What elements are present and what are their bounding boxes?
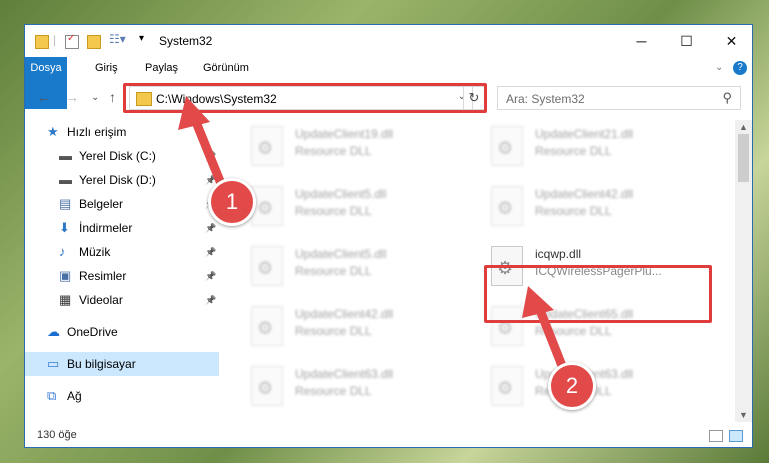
callout-badge-2: 2 xyxy=(548,362,596,410)
callout-arrow-2 xyxy=(522,286,571,381)
annotation-arrows xyxy=(178,96,571,381)
callout-badge-1: 1 xyxy=(208,178,256,226)
